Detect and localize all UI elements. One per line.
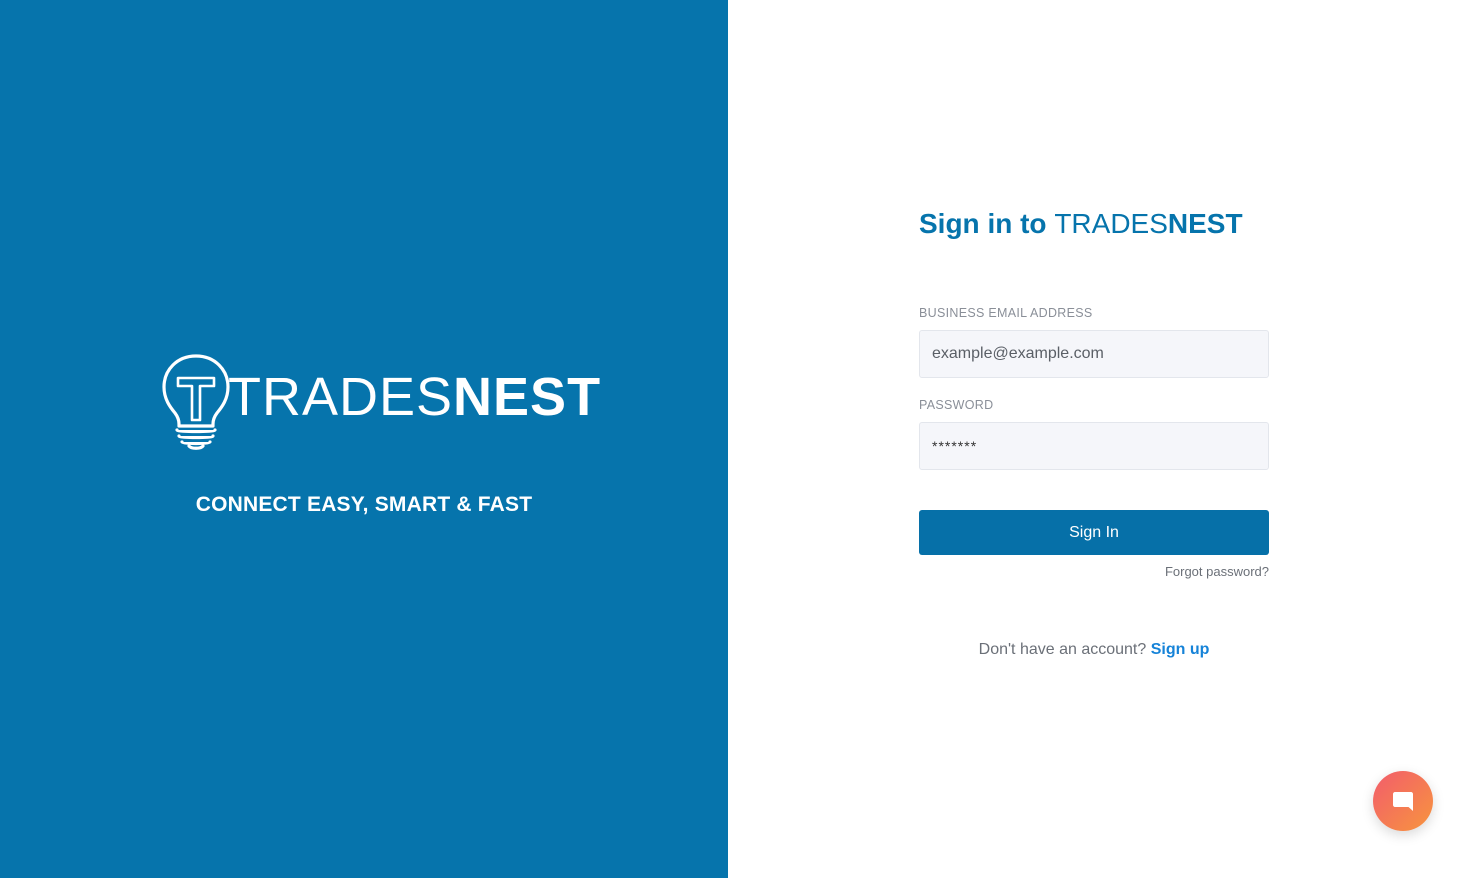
form-title-prefix: Sign in to <box>919 208 1055 239</box>
sign-up-link[interactable]: Sign up <box>1151 641 1210 658</box>
tradesnest-logo: TRADESNEST <box>160 352 601 450</box>
logo-wordmark-light: TRADES <box>228 367 454 427</box>
form-title-brand-bold: NEST <box>1167 208 1243 239</box>
password-field[interactable] <box>919 422 1269 470</box>
logo-wordmark-bold: NEST <box>453 367 602 427</box>
forgot-password-link[interactable]: Forgot password? <box>1165 564 1269 579</box>
lightbulb-t-icon <box>162 354 230 450</box>
email-label: BUSINESS EMAIL ADDRESS <box>919 306 1093 320</box>
password-label: PASSWORD <box>919 398 994 412</box>
brand-tagline: CONNECT EASY, SMART & FAST <box>195 493 533 516</box>
signup-row: Don't have an account? Sign up <box>919 641 1269 659</box>
logo-wordmark: TRADESNEST <box>228 370 601 424</box>
sign-in-page: TRADESNEST CONNECT EASY, SMART & FAST Si… <box>0 0 1457 878</box>
chat-bubble-icon <box>1393 792 1413 811</box>
signup-prompt: Don't have an account? <box>978 641 1151 658</box>
sign-in-form: Sign in to TRADESNEST BUSINESS EMAIL ADD… <box>919 206 1269 659</box>
chat-launcher-button[interactable] <box>1373 771 1433 831</box>
email-field[interactable] <box>919 330 1269 378</box>
form-panel: Sign in to TRADESNEST BUSINESS EMAIL ADD… <box>728 0 1457 878</box>
sign-in-button[interactable]: Sign In <box>919 510 1269 555</box>
form-title: Sign in to TRADESNEST <box>919 206 1269 242</box>
form-title-brand-light: TRADES <box>1054 208 1168 239</box>
brand-panel: TRADESNEST CONNECT EASY, SMART & FAST <box>0 0 728 878</box>
forgot-row: Forgot password? <box>919 563 1269 581</box>
